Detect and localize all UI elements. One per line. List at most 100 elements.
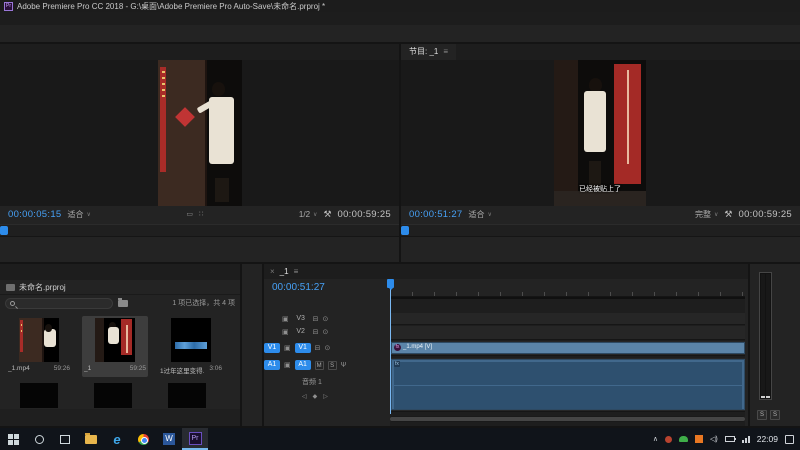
monitors-row: 00:00:05:15 适合∨ ▭ ∷ 1/2∨ ⚒ 00:00:59:25 节… [0,44,800,262]
project-file-name: 未命名.prproj [19,282,66,293]
add-keyframe-icon[interactable]: ◆ [313,393,318,400]
source-fit-select[interactable]: 适合∨ [68,209,91,220]
track-a1[interactable]: fx [390,358,745,412]
item-name: _1 [84,365,91,372]
thumbnail-stub[interactable] [20,383,58,408]
voiceover-record-icon[interactable]: Ψ [341,362,347,369]
tray-chevron-icon[interactable]: ∧ [653,435,658,443]
thumbnail-stub[interactable] [168,383,206,408]
start-button[interactable] [0,428,26,450]
track-target-v1[interactable]: V1 [295,343,311,353]
task-view-button[interactable] [52,428,78,450]
folder-icon [85,435,97,444]
sync-lock-icon[interactable]: ⊟ [315,344,321,352]
file-explorer-button[interactable] [78,428,104,450]
solo-button[interactable]: S [328,361,337,370]
lock-icon[interactable]: ▣ [282,315,289,323]
item-duration: 59:26 [54,365,70,372]
source-timecode[interactable]: 00:00:05:15 [8,209,62,220]
tray-app-icon-red[interactable] [665,436,672,443]
notification-center-icon[interactable] [785,435,794,444]
network-icon[interactable] [742,436,750,443]
program-fit-select[interactable]: 适合∨ [469,209,492,220]
close-icon[interactable]: × [270,267,275,276]
audio-meter-panel: S S [750,264,800,426]
source-transport-controls [0,239,399,262]
premiere-taskbar-button[interactable]: Pr [182,428,208,450]
track-v1[interactable]: fx _1.mp4 [V] [390,341,745,356]
project-file-row[interactable]: 未命名.prproj [0,280,240,295]
track-target-a1[interactable]: A1 [295,360,311,370]
clock[interactable]: 22:09 [757,434,778,444]
source-video-preview[interactable] [158,60,242,206]
source-settings-wrench-icon[interactable]: ⚒ [323,209,331,220]
eye-icon[interactable]: ⊙ [325,344,331,352]
program-timecode[interactable]: 00:00:51:27 [409,209,463,220]
selection-status: 1 项已选择，共 4 项 [133,298,235,308]
audio-clip[interactable]: fx [391,359,745,410]
timeline-horizontal-scrollbar[interactable] [390,416,745,422]
drag-video-only-icon[interactable]: ▭ [186,210,193,218]
source-playhead[interactable] [0,226,8,235]
prev-keyframe-icon[interactable]: ◁ [302,393,307,400]
volume-icon[interactable]: ◁) [710,435,718,443]
search-input[interactable] [5,298,113,309]
cortana-icon [35,435,44,444]
program-video-preview[interactable]: 已经被贴上了 [554,60,646,206]
lock-icon[interactable]: ▣ [282,328,289,336]
panel-menu-icon[interactable]: ≡ [443,47,448,56]
edge-icon: e [113,432,120,447]
program-playhead[interactable] [401,226,409,235]
program-scrubber[interactable] [401,224,800,237]
lock-icon[interactable]: ▣ [284,344,291,352]
source-scrubber[interactable] [0,224,399,237]
tab-sequence[interactable]: _1 [280,267,289,276]
source-zoom-select[interactable]: 1/2∨ [299,210,318,219]
tab-program[interactable]: 节目: _1≡ [401,44,456,60]
program-resolution-select[interactable]: 完整∨ [695,209,718,220]
timeline-track-area: fx _1.mp4 [V] fx [390,279,745,426]
source-patch-v1[interactable]: V1 [264,343,280,353]
edge-button[interactable]: e [104,428,130,450]
thumbnail-stub[interactable] [94,383,132,408]
timeline-playhead-grip[interactable] [387,279,394,288]
track-target-v3[interactable]: V3 [293,314,309,324]
timeline-timecode[interactable]: 00:00:51:27 [272,282,325,293]
word-button[interactable]: W [156,428,182,450]
solo-left-button[interactable]: S [757,410,767,420]
solo-right-button[interactable]: S [770,410,780,420]
program-settings-wrench-icon[interactable]: ⚒ [724,209,732,220]
tray-cloud-icon[interactable] [679,436,688,442]
lock-icon[interactable]: ▣ [284,361,291,369]
track-target-v2[interactable]: V2 [293,327,309,337]
project-item-selected[interactable]: _159:25 [82,316,148,377]
drag-audio-only-icon[interactable]: ∷ [199,210,203,218]
video-clip[interactable]: fx _1.mp4 [V] [391,342,745,354]
mute-button[interactable]: M [315,361,324,370]
sync-lock-icon[interactable]: ⊟ [313,315,319,323]
audio-track-label: 音频 1 [302,377,322,387]
fx-badge: fx [394,344,401,351]
project-item[interactable]: 1过年这里变得…3:06 [158,316,224,377]
project-item[interactable]: _1.mp459:26 [6,316,72,377]
timeline-ruler[interactable] [390,279,745,297]
eye-icon[interactable]: ⊙ [323,328,329,336]
track-v3[interactable] [390,313,745,325]
tools-panel [242,264,262,426]
search-button[interactable] [26,428,52,450]
sync-lock-icon[interactable]: ⊟ [313,328,319,336]
panel-menu-icon[interactable]: ≡ [294,267,299,276]
eye-icon[interactable]: ⊙ [323,315,329,323]
source-info-row: 00:00:05:15 适合∨ ▭ ∷ 1/2∨ ⚒ 00:00:59:25 [0,206,399,222]
track-v2[interactable] [390,326,745,340]
battery-icon[interactable] [725,436,735,442]
menu-bar [0,12,800,25]
next-keyframe-icon[interactable]: ▷ [323,393,328,400]
render-bar [390,297,745,299]
source-patch-a1[interactable]: A1 [264,360,280,370]
filter-bin-icon[interactable] [118,300,128,307]
tray-app-icon-orange[interactable] [695,435,703,443]
subtitle-overlay: 已经被贴上了 [554,184,646,194]
timeline-tabs: × _1 ≡ [264,264,748,279]
chrome-button[interactable] [130,428,156,450]
